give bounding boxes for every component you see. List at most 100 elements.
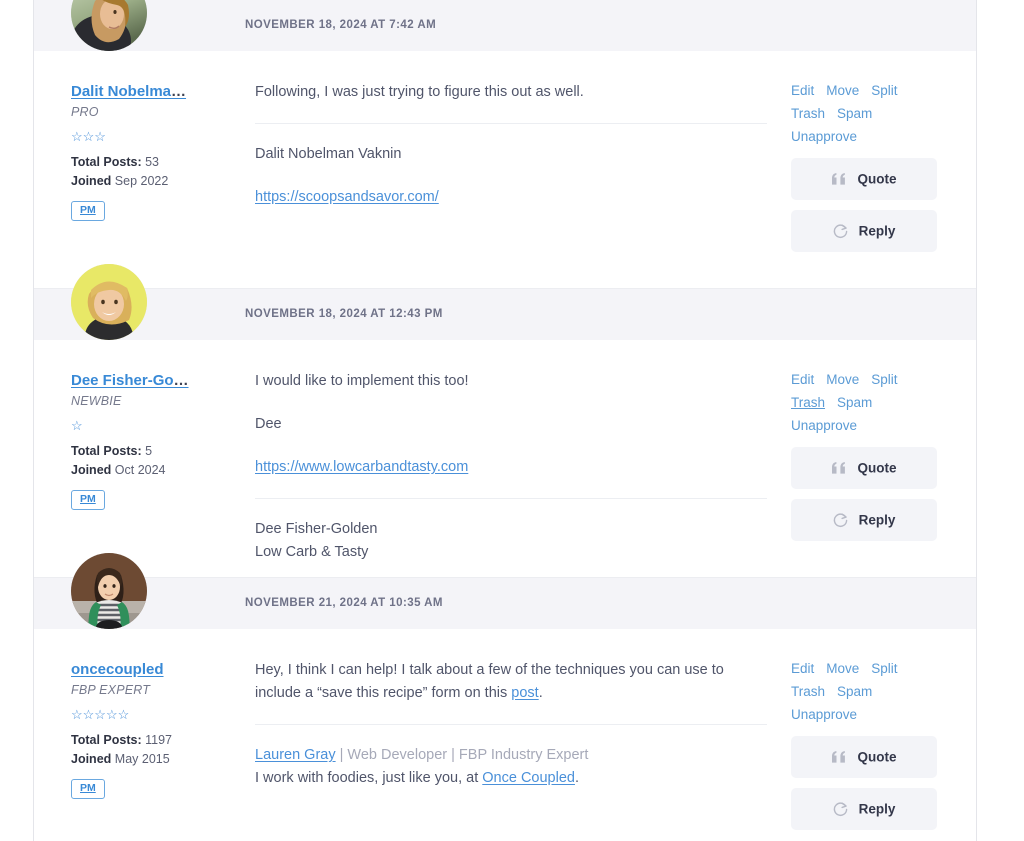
signature-line1-rest: | Web Developer | FBP Industry Expert: [335, 747, 589, 763]
author-rank: PRO: [71, 105, 99, 119]
moderation-links-row-2: Trash Spam: [791, 102, 911, 125]
post-header-band: NOVEMBER 21, 2024 AT 10:35 AM: [34, 553, 976, 629]
joined-value: Sep 2022: [114, 174, 169, 188]
author-name-link[interactable]: oncecoupled: [71, 661, 245, 679]
moderation-links-row-1: Edit Move Split: [791, 79, 911, 102]
unapprove-link[interactable]: Unapprove: [791, 129, 857, 144]
post-url-link[interactable]: https://www.lowcarbandtasty.com: [255, 459, 468, 475]
quote-button-label: Quote: [857, 171, 897, 187]
avatar[interactable]: [71, 264, 147, 340]
edit-link[interactable]: Edit: [791, 661, 814, 676]
author-stats: Total Posts: 5 Joined Oct 2024: [71, 442, 245, 480]
reply-button[interactable]: Reply: [791, 788, 937, 830]
moderation-links-row-2: Trash Spam: [791, 391, 911, 414]
thread-post-list: NOVEMBER 18, 2024 AT 7:42 AM Dalit Nobel…: [34, 0, 976, 841]
author-star-rating: ☆☆☆☆☆: [71, 707, 130, 722]
reply-button[interactable]: Reply: [791, 210, 937, 252]
forum-post: NOVEMBER 21, 2024 AT 10:35 AM oncecouple…: [34, 553, 976, 841]
post-header-band: NOVEMBER 18, 2024 AT 7:42 AM: [34, 0, 976, 51]
move-link[interactable]: Move: [826, 83, 859, 98]
author-name-text: Dee Fisher-Go: [71, 372, 174, 389]
author-name-link[interactable]: Dalit Nobelma…: [71, 83, 245, 101]
edit-link[interactable]: Edit: [791, 372, 814, 387]
signature-line: Dalit Nobelman Vaknin: [255, 146, 402, 162]
post-author-column: Dee Fisher-Go… NEWBIE ☆ Total Posts: 5 J…: [34, 340, 245, 564]
total-posts-value: 53: [145, 155, 159, 169]
spam-link[interactable]: Spam: [837, 684, 872, 699]
post-text: I would like to implement this too!: [255, 373, 469, 389]
author-name-ellipsis: …: [171, 83, 187, 100]
quote-button[interactable]: Quote: [791, 447, 937, 489]
post-actions-column: Edit Move Split Trash Spam Unapprove Quote …: [791, 340, 976, 564]
author-star-rating: ☆: [71, 418, 83, 433]
forum-post: NOVEMBER 18, 2024 AT 12:43 PM Dee Fisher…: [34, 264, 976, 577]
signature-line2-after: .: [574, 770, 579, 786]
quote-button-label: Quote: [857, 460, 897, 476]
post-link-line: https://www.lowcarbandtasty.com: [255, 456, 767, 479]
post-author-column: oncecoupled FBP EXPERT ☆☆☆☆☆ Total Posts…: [34, 629, 245, 830]
trash-link[interactable]: Trash: [791, 684, 825, 699]
move-link[interactable]: Move: [826, 661, 859, 676]
author-name-text: Dalit Nobelma: [71, 83, 172, 100]
post-content: Hey, I think I can help! I talk about a …: [245, 629, 791, 830]
joined-row: Joined Sep 2022: [71, 172, 245, 191]
unapprove-link[interactable]: Unapprove: [791, 418, 857, 433]
signature-author-link[interactable]: Lauren Gray: [255, 747, 336, 763]
reply-button-label: Reply: [858, 223, 896, 239]
avatar[interactable]: [71, 0, 147, 51]
signature-url-link[interactable]: https://scoopsandsavor.com/: [255, 189, 439, 205]
moderation-links-row-2: Trash Spam: [791, 680, 911, 703]
signature-company-link[interactable]: Once Coupled: [482, 770, 575, 786]
post-text-after: .: [538, 685, 543, 701]
moderation-links-row-3: Unapprove: [791, 125, 911, 148]
total-posts-row: Total Posts: 5: [71, 442, 245, 461]
trash-link[interactable]: Trash: [791, 395, 825, 410]
total-posts-label: Total Posts:: [71, 733, 142, 747]
post-inline-link[interactable]: post: [511, 685, 538, 701]
unapprove-link[interactable]: Unapprove: [791, 707, 857, 722]
author-name-text: oncecoupled: [71, 661, 164, 678]
total-posts-row: Total Posts: 1197: [71, 731, 245, 750]
post-header-band: NOVEMBER 18, 2024 AT 12:43 PM: [34, 264, 976, 340]
post-actions-column: Edit Move Split Trash Spam Unapprove Quote …: [791, 51, 976, 252]
spam-link[interactable]: Spam: [837, 395, 872, 410]
joined-label: Joined: [71, 752, 112, 766]
signature-link-line: https://scoopsandsavor.com/: [255, 186, 767, 209]
post-text-before: Hey, I think I can help! I talk about a …: [255, 662, 724, 701]
split-link[interactable]: Split: [871, 372, 897, 387]
reply-button-label: Reply: [858, 801, 896, 817]
moderation-links: Edit Move Split Trash Spam Unapprove: [791, 368, 911, 437]
joined-value: May 2015: [114, 752, 170, 766]
split-link[interactable]: Split: [871, 83, 897, 98]
spam-link[interactable]: Spam: [837, 106, 872, 121]
post-content: Following, I was just trying to figure t…: [245, 51, 791, 252]
quote-mark-icon: [831, 751, 847, 764]
quote-button[interactable]: Quote: [791, 158, 937, 200]
author-rank: FBP EXPERT: [71, 683, 151, 697]
forum-post: NOVEMBER 18, 2024 AT 7:42 AM Dalit Nobel…: [34, 0, 976, 288]
post-date: NOVEMBER 18, 2024 AT 12:43 PM: [245, 308, 443, 320]
moderation-links-row-1: Edit Move Split: [791, 657, 911, 680]
split-link[interactable]: Split: [871, 661, 897, 676]
signature-divider: [255, 123, 767, 124]
signature-line: Low Carb & Tasty: [255, 544, 369, 560]
reply-arrow-icon: [833, 224, 848, 239]
trash-link[interactable]: Trash: [791, 106, 825, 121]
author-name-link[interactable]: Dee Fisher-Go…: [71, 372, 245, 390]
edit-link[interactable]: Edit: [791, 83, 814, 98]
quote-button[interactable]: Quote: [791, 736, 937, 778]
move-link[interactable]: Move: [826, 372, 859, 387]
reply-arrow-icon: [833, 513, 848, 528]
moderation-links-row-3: Unapprove: [791, 414, 911, 437]
pm-button[interactable]: PM: [71, 779, 105, 799]
avatar[interactable]: [71, 553, 147, 629]
moderation-links-row-3: Unapprove: [791, 703, 911, 726]
total-posts-label: Total Posts:: [71, 444, 142, 458]
signature-line: I work with foodies, just like you, at O…: [255, 767, 767, 790]
pm-button[interactable]: PM: [71, 201, 105, 221]
total-posts-value: 5: [145, 444, 153, 458]
post-body-row: Dee Fisher-Go… NEWBIE ☆ Total Posts: 5 J…: [34, 340, 976, 564]
post-actions-column: Edit Move Split Trash Spam Unapprove Quote …: [791, 629, 976, 830]
reply-button[interactable]: Reply: [791, 499, 937, 541]
pm-button[interactable]: PM: [71, 490, 105, 510]
